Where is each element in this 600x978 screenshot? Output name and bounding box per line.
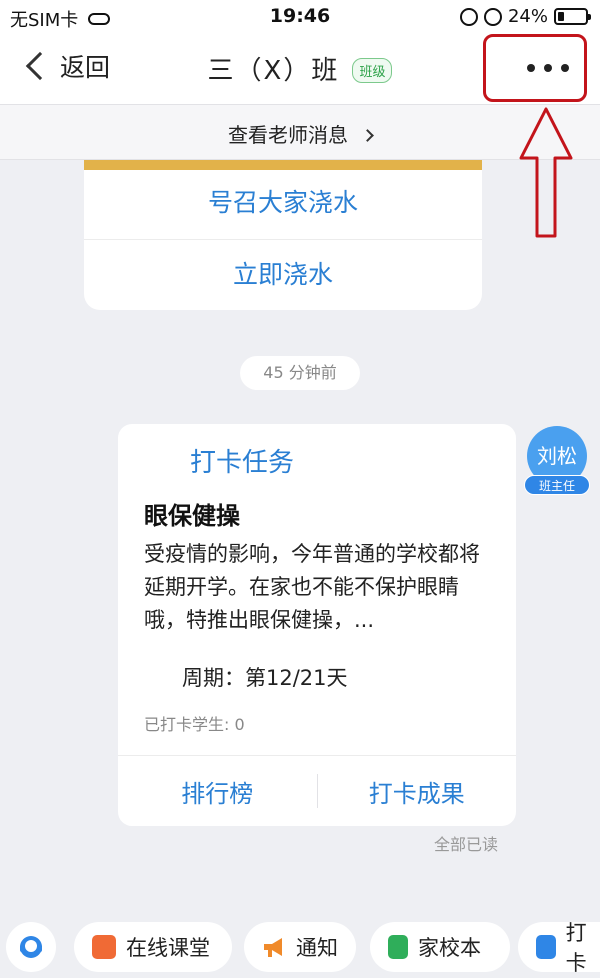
teacher-messages-label: 查看老师消息 [227, 123, 348, 147]
battery-tip [588, 14, 591, 20]
page-title: 三（X）班 [207, 56, 340, 86]
notebook-icon [388, 935, 408, 959]
card-top-band [84, 160, 482, 170]
teacher-messages-link[interactable]: 查看老师消息 [0, 104, 600, 160]
task-description: 受疫情的影响，今年普通的学校都将延期开学。在家也不能不保护眼睛哦，特推出眼保健操… [144, 542, 480, 632]
notice-button[interactable]: 通知 [244, 922, 356, 972]
checkin-results-button[interactable]: 打卡成果 [318, 774, 517, 809]
task-period: 周期：第12/21天 [182, 666, 348, 690]
status-icons: 24% [459, 6, 591, 27]
time-divider: 45 分钟前 [240, 356, 360, 390]
read-status: 全部已读 [434, 835, 499, 854]
watering-card: 号召大家浇水 立即浇水 [84, 160, 482, 310]
class-badge: 班级 [352, 58, 393, 83]
headset-icon [20, 936, 42, 958]
chevron-right-icon [361, 129, 374, 142]
homeschool-book-button[interactable]: 家校本 [370, 922, 510, 972]
alarm-icon [483, 7, 502, 26]
chip-label: 打卡 [565, 921, 587, 975]
chip-label: 家校本 [418, 936, 481, 960]
orientation-lock-icon [459, 7, 478, 26]
customer-service-button[interactable] [6, 922, 56, 972]
checkin-button[interactable]: 打卡 [518, 921, 600, 975]
checked-students-count: 已打卡学生: 0 [144, 715, 245, 734]
task-card-title: 打卡任务 [190, 448, 295, 478]
status-bar: 无SIM卡 19:46 24% [0, 0, 600, 34]
chip-label: 通知 [296, 936, 338, 960]
task-actions: 排行榜 打卡成果 [118, 755, 516, 826]
battery-level-fill [558, 12, 564, 21]
bottom-toolbar: 在线课堂 通知 家校本 打卡 [0, 913, 600, 978]
chip-label: 在线课堂 [126, 936, 210, 960]
water-now-button[interactable]: 立即浇水 [84, 240, 482, 310]
highlight-box [483, 34, 587, 102]
task-heading: 眼保健操 [144, 502, 240, 530]
checkbox-icon [536, 935, 556, 959]
battery-icon [554, 8, 591, 25]
up-arrow-annotation-icon [519, 107, 573, 238]
checkin-task-card[interactable]: 打卡任务 眼保健操 受疫情的影响，今年普通的学校都将延期开学。在家也不能不保护眼… [118, 424, 516, 826]
battery-percent: 24% [507, 6, 548, 27]
ranking-button[interactable]: 排行榜 [118, 774, 317, 809]
call-everyone-water-button[interactable]: 号召大家浇水 [84, 170, 482, 240]
megaphone-icon [264, 938, 282, 957]
sender-role-badge: 班主任 [524, 475, 590, 495]
classroom-icon [92, 935, 116, 959]
online-classroom-button[interactable]: 在线课堂 [74, 922, 232, 972]
